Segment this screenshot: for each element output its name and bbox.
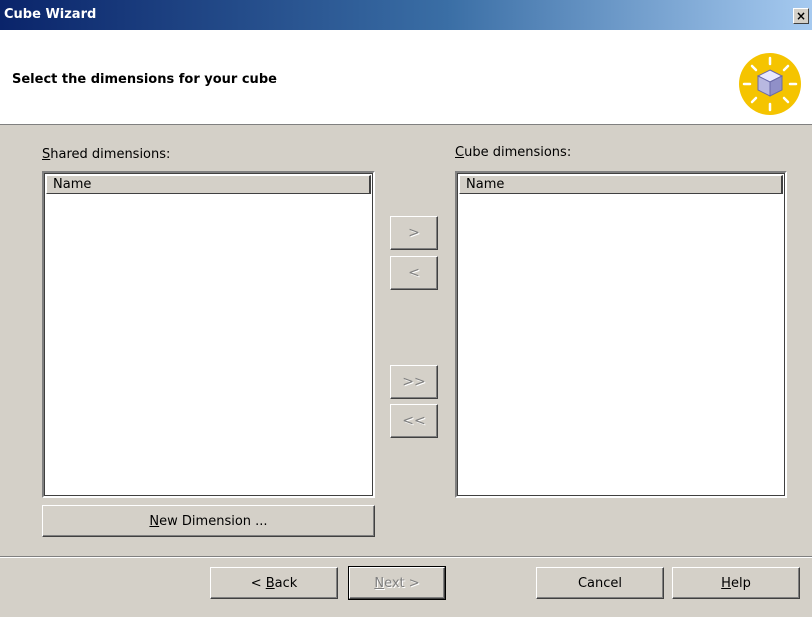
shared-name-column-header[interactable]: Name (46, 175, 371, 194)
cube-name-column-header[interactable]: Name (459, 175, 783, 194)
cube-wizard-window: Cube Wizard × Select the dimensions for … (0, 0, 812, 617)
footer-separator (0, 556, 812, 558)
help-button[interactable]: Help (672, 567, 800, 599)
window-title: Cube Wizard (4, 7, 97, 22)
back-button[interactable]: < Back (210, 567, 338, 599)
page-title: Select the dimensions for your cube (12, 72, 277, 87)
close-icon[interactable]: × (793, 8, 809, 24)
cube-wizard-icon (739, 53, 801, 115)
wizard-header: Select the dimensions for your cube (0, 30, 812, 125)
add-all-dimensions-button[interactable]: >> (390, 365, 438, 399)
shared-dimensions-list[interactable]: Name (42, 171, 375, 498)
title-bar[interactable]: Cube Wizard × (0, 0, 812, 30)
remove-dimension-button[interactable]: < (390, 256, 438, 290)
cube-dimensions-list[interactable]: Name (455, 171, 787, 498)
cancel-button[interactable]: Cancel (536, 567, 664, 599)
new-dimension-button[interactable]: New Dimension ... (42, 505, 375, 537)
remove-all-dimensions-button[interactable]: << (390, 404, 438, 438)
add-dimension-button[interactable]: > (390, 216, 438, 250)
shared-dimensions-label: Shared dimensions: (42, 147, 171, 162)
next-button[interactable]: Next > (348, 566, 446, 600)
cube-dimensions-label: Cube dimensions: (455, 145, 572, 160)
